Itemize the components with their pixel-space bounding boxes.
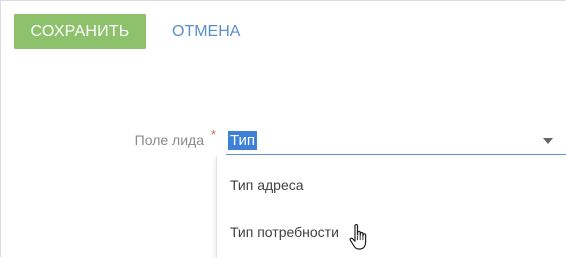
field-label: Поле лида — [134, 132, 204, 148]
toolbar: СОХРАНИТЬ ОТМЕНА — [14, 14, 240, 49]
dropdown-item-need-type[interactable]: Тип потребности — [230, 224, 339, 240]
lead-field-select[interactable]: Тип — [226, 127, 566, 155]
required-indicator: * — [211, 127, 217, 142]
save-button[interactable]: СОХРАНИТЬ — [14, 14, 146, 49]
select-value[interactable]: Тип — [228, 131, 258, 150]
chevron-down-icon[interactable] — [543, 138, 553, 144]
cancel-button[interactable]: ОТМЕНА — [172, 14, 240, 49]
dropdown-list: Тип адреса Тип потребности — [216, 156, 566, 258]
edit-page: СОХРАНИТЬ ОТМЕНА Поле лида * Тип Тип адр… — [0, 0, 566, 258]
dropdown-item-address-type[interactable]: Тип адреса — [230, 177, 304, 193]
hand-pointer-icon — [349, 224, 367, 250]
